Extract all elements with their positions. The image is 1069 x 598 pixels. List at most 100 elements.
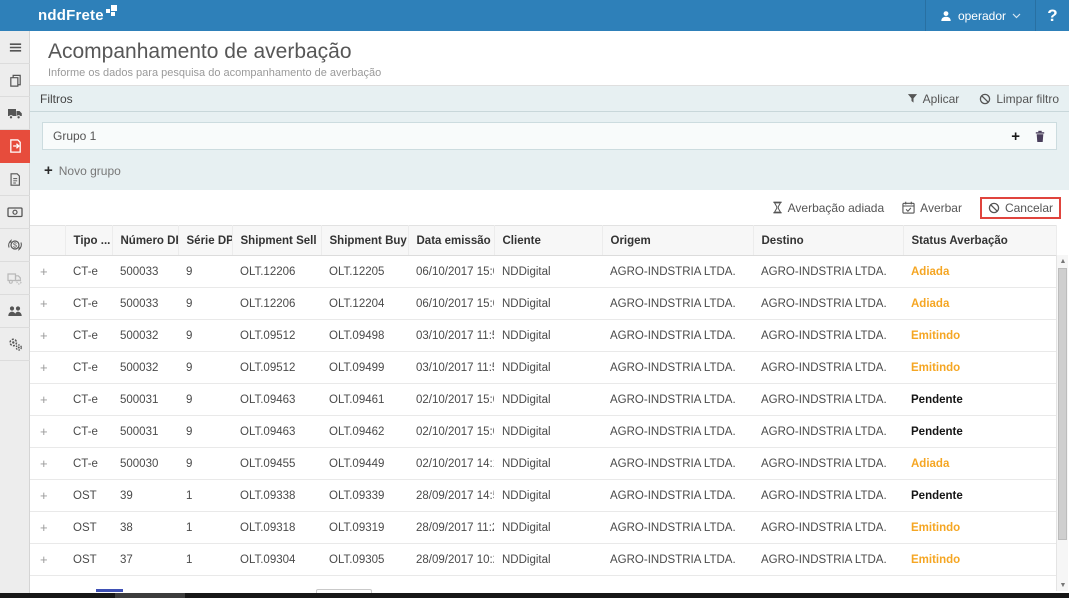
row-expand-button[interactable]: +: [30, 352, 65, 384]
column-header-8[interactable]: Origem: [602, 226, 753, 256]
cell-emissao: 03/10/2017 11:59: [408, 352, 494, 384]
cell-emissao: 06/10/2017 15:07: [408, 288, 494, 320]
cell-emissao: 28/09/2017 11:29: [408, 512, 494, 544]
cancel-button[interactable]: Cancelar: [988, 201, 1053, 215]
column-header-1[interactable]: Tipo ...: [65, 226, 112, 256]
cell-tipo: OST: [65, 544, 112, 576]
row-expand-button[interactable]: +: [30, 512, 65, 544]
users-icon: [7, 304, 23, 318]
user-menu-button[interactable]: operador: [925, 0, 1035, 31]
sidebar-item-billing[interactable]: [0, 196, 30, 229]
column-header-5[interactable]: Shipment Buy: [321, 226, 408, 256]
cell-numero: 37: [112, 544, 178, 576]
column-header-0[interactable]: [30, 226, 65, 256]
horizontal-scrollbar-thumb[interactable]: [115, 593, 185, 598]
column-header-9[interactable]: Destino: [753, 226, 903, 256]
row-expand-button[interactable]: +: [30, 448, 65, 480]
cell-buy: OLT.12205: [321, 256, 408, 288]
filter-group-panel[interactable]: Grupo 1 +: [42, 122, 1057, 150]
cell-tipo: OST: [65, 480, 112, 512]
clear-filter-button[interactable]: Limpar filtro: [979, 92, 1059, 106]
svg-text:$: $: [13, 242, 17, 249]
cell-sell: OLT.09338: [232, 480, 321, 512]
cell-status: Adiada: [903, 256, 1057, 288]
filters-actions: Aplicar Limpar filtro: [907, 92, 1059, 106]
row-expand-button[interactable]: +: [30, 480, 65, 512]
sidebar-item-copies[interactable]: [0, 64, 30, 97]
page-subtitle: Informe os dados para pesquisa do acompa…: [48, 67, 1069, 79]
cell-buy: OLT.09305: [321, 544, 408, 576]
scrollbar-thumb[interactable]: [1058, 268, 1067, 540]
content-area: Acompanhamento de averbação Informe os d…: [30, 31, 1069, 598]
sidebar-item-users[interactable]: [0, 295, 30, 328]
current-page-indicator[interactable]: [96, 589, 123, 592]
sidebar-item-transport[interactable]: [0, 97, 30, 130]
cell-buy: OLT.12204: [321, 288, 408, 320]
sidebar-item-fleet[interactable]: [0, 262, 30, 295]
sidebar-item-settings[interactable]: [0, 328, 30, 361]
filter-group-name: Grupo 1: [53, 129, 96, 143]
row-expand-button[interactable]: +: [30, 256, 65, 288]
sidebar-item-endorsement[interactable]: [0, 130, 30, 163]
apply-filter-button[interactable]: Aplicar: [907, 92, 960, 106]
row-expand-button[interactable]: +: [30, 384, 65, 416]
cell-numero: 500031: [112, 416, 178, 448]
column-header-10[interactable]: Status Averbação: [903, 226, 1057, 256]
apply-filter-label: Aplicar: [923, 92, 960, 106]
cell-destino: AGRO-INDSTRIA LTDA.: [753, 320, 903, 352]
table-row[interactable]: +CT-e5000339OLT.12206OLT.1220406/10/2017…: [30, 288, 1057, 320]
endorse-button[interactable]: Averbar: [902, 201, 962, 215]
calendar-check-icon: [902, 201, 915, 214]
clear-filter-label: Limpar filtro: [996, 92, 1059, 106]
gears-icon: [7, 336, 23, 352]
column-header-7[interactable]: Cliente: [494, 226, 602, 256]
column-header-6[interactable]: Data emissão DPS: [408, 226, 494, 256]
table-row[interactable]: +CT-e5000309OLT.09455OLT.0944902/10/2017…: [30, 448, 1057, 480]
column-header-3[interactable]: Série DPS: [178, 226, 232, 256]
cell-sell: OLT.09463: [232, 416, 321, 448]
table-row[interactable]: +CT-e5000339OLT.12206OLT.1220506/10/2017…: [30, 256, 1057, 288]
scroll-up-arrow[interactable]: ▲: [1057, 255, 1069, 267]
table-row[interactable]: +CT-e5000319OLT.09463OLT.0946202/10/2017…: [30, 416, 1057, 448]
menu-icon: [8, 40, 23, 55]
sidebar-item-payments[interactable]: $: [0, 229, 30, 262]
cell-tipo: OST: [65, 512, 112, 544]
table-row[interactable]: +CT-e5000329OLT.09512OLT.0949803/10/2017…: [30, 320, 1057, 352]
sidebar-item-documents[interactable]: [0, 163, 30, 196]
cell-destino: AGRO-INDSTRIA LTDA.: [753, 512, 903, 544]
table-row[interactable]: +CT-e5000319OLT.09463OLT.0946102/10/2017…: [30, 384, 1057, 416]
sidebar: $: [0, 31, 30, 598]
ban-icon: [988, 202, 1000, 214]
table-row[interactable]: +OST381OLT.09318OLT.0931928/09/2017 11:2…: [30, 512, 1057, 544]
horizontal-scrollbar[interactable]: [0, 593, 1069, 598]
cell-emissao: 03/10/2017 11:59: [408, 320, 494, 352]
cell-numero: 500032: [112, 352, 178, 384]
cell-cliente: NDDigital: [494, 512, 602, 544]
column-header-4[interactable]: Shipment Sell: [232, 226, 321, 256]
row-expand-button[interactable]: +: [30, 288, 65, 320]
cell-origem: AGRO-INDSTRIA LTDA.: [602, 544, 753, 576]
row-expand-button[interactable]: +: [30, 416, 65, 448]
cell-numero: 39: [112, 480, 178, 512]
delete-group-button[interactable]: [1034, 130, 1046, 143]
cell-serie: 9: [178, 352, 232, 384]
table-row[interactable]: +OST371OLT.09304OLT.0930528/09/2017 10:2…: [30, 544, 1057, 576]
cell-sell: OLT.09304: [232, 544, 321, 576]
table-scrollbar[interactable]: ▲ ▼: [1056, 255, 1068, 591]
scroll-down-arrow[interactable]: ▼: [1057, 579, 1069, 591]
postpone-endorsement-button[interactable]: Averbação adiada: [772, 201, 885, 215]
cell-sell: OLT.09463: [232, 384, 321, 416]
new-group-label: Novo grupo: [59, 164, 121, 178]
table-row[interactable]: +CT-e5000329OLT.09512OLT.0949903/10/2017…: [30, 352, 1057, 384]
table-row[interactable]: +OST391OLT.09338OLT.0933928/09/2017 14:5…: [30, 480, 1057, 512]
cell-cliente: NDDigital: [494, 416, 602, 448]
sidebar-item-menu[interactable]: [0, 31, 30, 64]
endorsement-table: Tipo ...Número DPSSérie DPSShipment Sell…: [30, 225, 1057, 576]
new-group-button[interactable]: + Novo grupo: [44, 163, 121, 178]
row-expand-button[interactable]: +: [30, 320, 65, 352]
row-expand-button[interactable]: +: [30, 544, 65, 576]
column-header-2[interactable]: Número DPS: [112, 226, 178, 256]
cell-destino: AGRO-INDSTRIA LTDA.: [753, 480, 903, 512]
help-button[interactable]: ?: [1035, 0, 1069, 31]
add-condition-button[interactable]: +: [1011, 129, 1020, 144]
